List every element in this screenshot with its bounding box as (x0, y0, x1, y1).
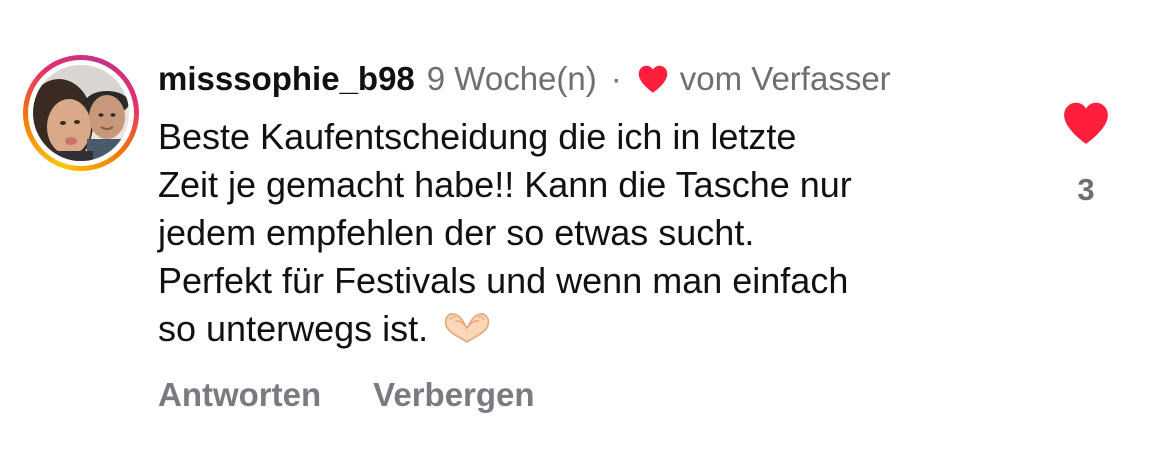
reply-button[interactable]: Antworten (158, 376, 321, 414)
meta-separator: · (610, 60, 622, 97)
comment-timestamp: 9 Woche(n) (426, 60, 597, 97)
comment-line: jedem empfehlen der so etwas sucht. (158, 212, 755, 253)
comment-text: Beste Kaufentscheidung die ich in letzte… (158, 113, 1038, 353)
comment-line-text: so unterwegs ist. (158, 308, 429, 349)
comment-line: Perfekt für Festivals und wenn man einfa… (158, 260, 849, 301)
comment-header: misssophie_b98 9 Woche(n) · vom Verfasse… (158, 56, 891, 102)
comment-actions: Antworten Verbergen (158, 376, 535, 414)
liked-by-author-label: vom Verfasser (679, 60, 891, 97)
like-column: 3 (1060, 100, 1112, 208)
avatar-ring-gap (28, 60, 134, 166)
like-count[interactable]: 3 (1077, 172, 1094, 208)
comment-line: Zeit je gemacht habe!! Kann die Tasche n… (158, 164, 852, 205)
avatar-story-ring[interactable] (23, 55, 139, 171)
comment-line: Beste Kaufentscheidung die ich in letzte (158, 116, 797, 157)
username-link[interactable]: misssophie_b98 (158, 60, 415, 98)
avatar-photo (33, 65, 129, 161)
comment-line-last: so unterwegs ist. (158, 305, 1038, 353)
author-heart-icon (638, 65, 668, 93)
heart-icon[interactable] (1061, 100, 1111, 146)
heart-hands-emoji-icon (444, 313, 490, 343)
hide-button[interactable]: Verbergen (373, 376, 534, 414)
avatar[interactable] (33, 65, 129, 161)
